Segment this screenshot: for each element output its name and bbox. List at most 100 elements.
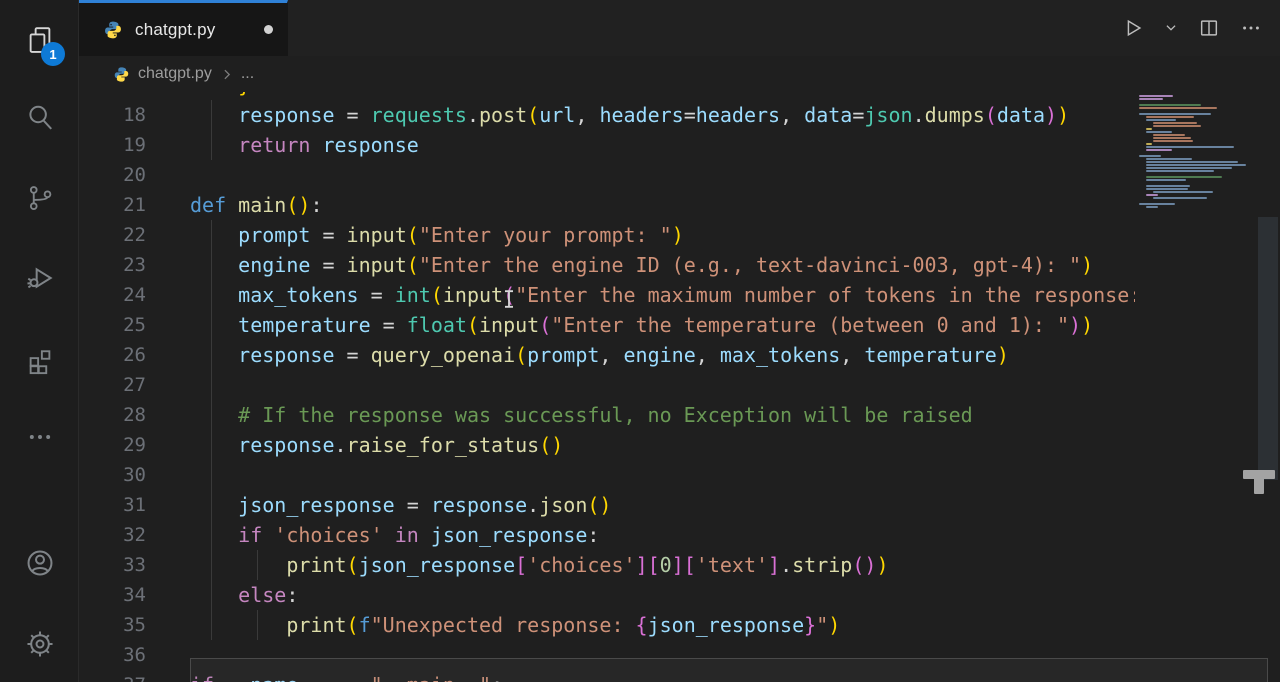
minimap-line xyxy=(1146,128,1152,130)
line-number: 29 xyxy=(79,430,146,460)
minimap-line xyxy=(1153,125,1201,127)
activity-bar: 1 xyxy=(0,0,79,682)
line-number: 23 xyxy=(79,250,146,280)
code-line[interactable]: 18 response = requests.post(url, headers… xyxy=(79,100,1135,130)
split-editor-icon xyxy=(1198,17,1220,39)
line-number: 31 xyxy=(79,490,146,520)
minimap-line xyxy=(1153,191,1213,193)
code-line[interactable]: 22 prompt = input("Enter your prompt: ") xyxy=(79,220,1135,250)
code-text: if 'choices' in json_response: xyxy=(146,520,599,550)
code-line[interactable]: 29 response.raise_for_status() xyxy=(79,430,1135,460)
code-text xyxy=(146,160,190,190)
code-text: } xyxy=(146,92,250,100)
code-line[interactable]: 31 json_response = response.json() xyxy=(79,490,1135,520)
chevron-right-icon xyxy=(220,68,233,81)
code-text: json_response = response.json() xyxy=(146,490,611,520)
sidebar-item-search[interactable] xyxy=(0,85,79,149)
vertical-scrollbar-slider[interactable] xyxy=(1258,217,1278,480)
code-text: response = query_openai(prompt, engine, … xyxy=(146,340,1009,370)
debug-icon xyxy=(24,262,56,294)
minimap-line xyxy=(1139,155,1161,157)
minimap-line xyxy=(1146,116,1194,118)
minimap[interactable] xyxy=(1135,92,1256,682)
code-text: return response xyxy=(146,130,419,160)
code-text: def main(): xyxy=(146,190,322,220)
minimap-line xyxy=(1146,164,1246,166)
minimap-line xyxy=(1139,95,1173,97)
sidebar-item-more-views[interactable] xyxy=(0,405,79,469)
minimap-line xyxy=(1146,188,1188,190)
line-number: 18 xyxy=(79,100,146,130)
split-editor-button[interactable] xyxy=(1198,17,1220,39)
editor-group: chatgpt.py xyxy=(79,0,1280,682)
code-text: print(f"Unexpected response: {json_respo… xyxy=(146,610,840,640)
minimap-line xyxy=(1146,179,1186,181)
code-line[interactable]: 34 else: xyxy=(79,580,1135,610)
code-text xyxy=(146,370,190,400)
minimap-line xyxy=(1146,176,1222,178)
code-area: 17 }18 response = requests.post(url, hea… xyxy=(79,92,1135,682)
indent-guide xyxy=(211,220,212,640)
line-number: 25 xyxy=(79,310,146,340)
code-text: temperature = float(input("Enter the tem… xyxy=(146,310,1093,340)
ellipsis-icon xyxy=(26,423,54,451)
modified-dot-icon[interactable] xyxy=(264,25,273,34)
code-line[interactable]: 19 return response xyxy=(79,130,1135,160)
code-editor[interactable]: 17 }18 response = requests.post(url, hea… xyxy=(79,92,1280,682)
code-line[interactable]: 30 xyxy=(79,460,1135,490)
code-text: else: xyxy=(146,580,298,610)
code-line[interactable]: 23 engine = input("Enter the engine ID (… xyxy=(79,250,1135,280)
horizontal-scrollbar-slider[interactable] xyxy=(190,658,1268,682)
run-button[interactable] xyxy=(1122,17,1144,39)
minimap-line xyxy=(1135,110,1256,112)
code-line[interactable]: 21def main(): xyxy=(79,190,1135,220)
code-line[interactable]: 24 max_tokens = int(input("Enter the max… xyxy=(79,280,1135,310)
line-number: 33 xyxy=(79,550,146,580)
minimap-line xyxy=(1153,197,1207,199)
line-number: 30 xyxy=(79,460,146,490)
scrollbar-drag-handle[interactable] xyxy=(1243,470,1275,496)
minimap-line xyxy=(1153,137,1191,139)
tab-chatgpt-py[interactable]: chatgpt.py xyxy=(79,0,288,56)
code-line[interactable]: 32 if 'choices' in json_response: xyxy=(79,520,1135,550)
chevron-down-icon xyxy=(1164,21,1178,35)
code-line[interactable]: 33 print(json_response['choices'][0]['te… xyxy=(79,550,1135,580)
line-number: 34 xyxy=(79,580,146,610)
code-line[interactable]: 20 xyxy=(79,160,1135,190)
code-line[interactable]: 17 } xyxy=(79,92,1135,100)
explorer-badge: 1 xyxy=(41,42,65,66)
breadcrumb-file[interactable]: chatgpt.py xyxy=(138,65,212,83)
minimap-line xyxy=(1135,101,1256,103)
minimap-line xyxy=(1146,194,1158,196)
sidebar-item-explorer[interactable]: 1 xyxy=(0,8,79,72)
minimap-line xyxy=(1153,140,1193,142)
sidebar-item-run-debug[interactable] xyxy=(0,246,79,310)
settings-button[interactable] xyxy=(0,612,79,676)
code-viewport: 17 }18 response = requests.post(url, hea… xyxy=(79,92,1135,682)
sidebar-item-extensions[interactable] xyxy=(0,328,79,392)
code-line[interactable]: 28 # If the response was successful, no … xyxy=(79,400,1135,430)
vertical-scrollbar[interactable] xyxy=(1256,92,1280,682)
text-cursor-icon xyxy=(503,290,515,308)
more-actions-button[interactable] xyxy=(1240,17,1262,39)
minimap-line xyxy=(1146,119,1176,121)
account-button[interactable] xyxy=(0,531,79,595)
line-number: 36 xyxy=(79,640,146,670)
minimap-line xyxy=(1153,122,1197,124)
run-dropdown[interactable] xyxy=(1164,21,1178,35)
editor-actions xyxy=(1122,0,1262,56)
line-number: 21 xyxy=(79,190,146,220)
code-text xyxy=(146,460,190,490)
minimap-line xyxy=(1146,146,1234,148)
code-line[interactable]: 35 print(f"Unexpected response: {json_re… xyxy=(79,610,1135,640)
indent-guide xyxy=(257,610,258,640)
sidebar-item-source-control[interactable] xyxy=(0,166,79,230)
minimap-line xyxy=(1139,113,1211,115)
code-line[interactable]: 26 response = query_openai(prompt, engin… xyxy=(79,340,1135,370)
code-line[interactable]: 27 xyxy=(79,370,1135,400)
account-icon xyxy=(24,547,56,579)
minimap-line xyxy=(1146,206,1158,208)
line-number: 26 xyxy=(79,340,146,370)
code-line[interactable]: 25 temperature = float(input("Enter the … xyxy=(79,310,1135,340)
breadcrumb-symbol[interactable]: ... xyxy=(241,65,254,83)
